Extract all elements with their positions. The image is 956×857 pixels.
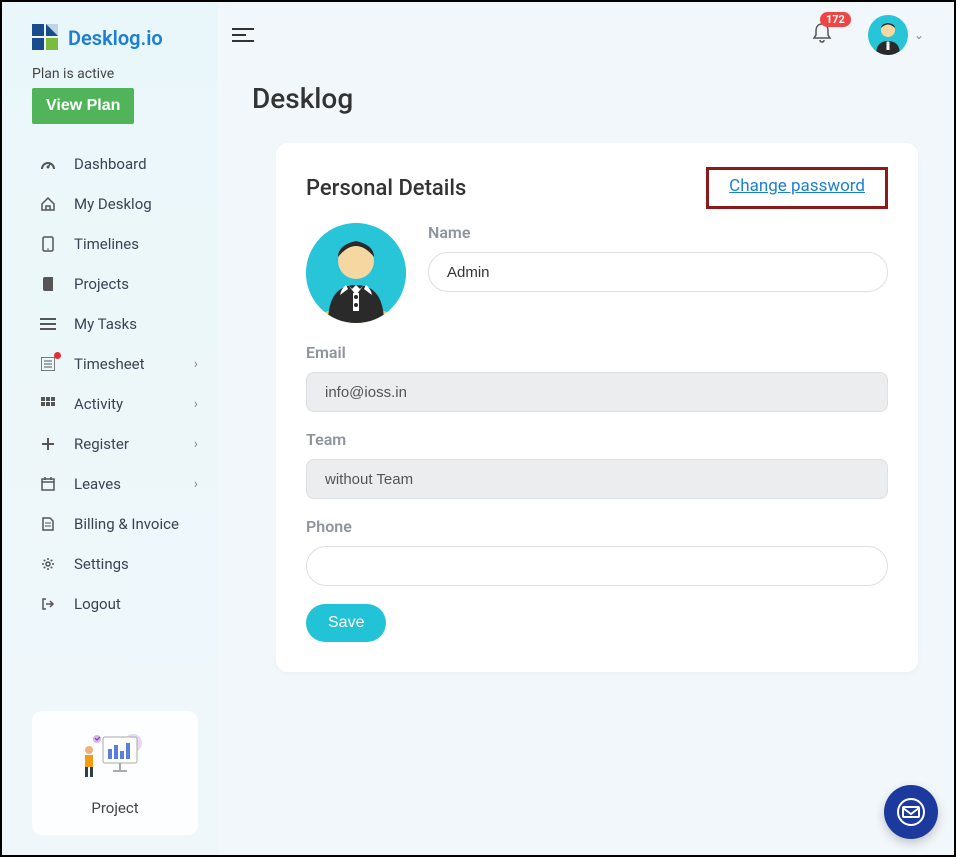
plan-block: Plan is active View Plan — [2, 62, 218, 134]
sidebar-item-my-tasks[interactable]: My Tasks — [2, 304, 218, 344]
mobile-icon — [38, 236, 58, 252]
sidebar-item-logout[interactable]: Logout — [2, 584, 218, 624]
notifications-button[interactable]: 172 — [812, 22, 832, 48]
dashboard-icon — [38, 157, 58, 171]
view-plan-button[interactable]: View Plan — [32, 88, 134, 124]
chevron-right-icon: › — [194, 436, 198, 452]
sidebar-item-timelines[interactable]: Timelines — [2, 224, 218, 264]
mail-fab-button[interactable] — [884, 785, 938, 839]
calendar-icon — [38, 477, 58, 491]
phone-label: Phone — [306, 517, 888, 536]
sidebar-item-label: Register — [74, 435, 129, 453]
sidebar-item-activity[interactable]: Activity › — [2, 384, 218, 424]
file-icon — [38, 517, 58, 531]
list-icon — [38, 357, 58, 371]
logout-icon — [38, 597, 58, 611]
hamburger-icon — [232, 27, 256, 43]
chevron-right-icon: › — [194, 476, 198, 492]
sidebar-item-label: Billing & Invoice — [74, 515, 179, 533]
topbar: 172 ⌄ — [218, 2, 954, 68]
sidebar-item-label: Timesheet — [74, 355, 145, 373]
sidebar-item-billing-invoice[interactable]: Billing & Invoice — [2, 504, 218, 544]
email-label: Email — [306, 343, 888, 362]
sidebar-item-projects[interactable]: Projects — [2, 264, 218, 304]
user-menu-button[interactable]: ⌄ — [868, 15, 924, 55]
name-label: Name — [428, 223, 888, 242]
save-button[interactable]: Save — [306, 604, 386, 642]
sidebar-item-dashboard[interactable]: Dashboard — [2, 144, 218, 184]
brand-mark-icon — [32, 24, 60, 52]
home-icon — [38, 197, 58, 211]
team-input — [306, 459, 888, 499]
sidebar-item-label: Dashboard — [74, 155, 147, 173]
nav-list: Dashboard My Desklog Timelines Projects … — [2, 134, 218, 634]
sidebar-item-label: Settings — [74, 555, 129, 573]
user-avatar — [868, 15, 908, 55]
sidebar-item-label: Timelines — [74, 235, 139, 253]
sidebar-item-label: My Tasks — [74, 315, 137, 333]
plan-status-text: Plan is active — [32, 66, 200, 82]
sidebar-item-timesheet[interactable]: Timesheet › — [2, 344, 218, 384]
menu-toggle-button[interactable] — [228, 19, 260, 51]
sidebar-item-label: Logout — [74, 595, 121, 613]
chevron-down-icon: ⌄ — [914, 28, 924, 42]
grid-icon — [38, 397, 58, 411]
profile-avatar — [306, 223, 406, 323]
tasks-icon — [38, 318, 58, 330]
email-input — [306, 372, 888, 412]
chevron-right-icon: › — [194, 396, 198, 412]
project-card-label: Project — [91, 799, 138, 817]
notification-badge: 172 — [820, 12, 851, 27]
sidebar: Desklog.io Plan is active View Plan Dash… — [2, 2, 218, 855]
page-title: Desklog — [218, 68, 954, 143]
sidebar-item-label: Projects — [74, 275, 129, 293]
phone-input[interactable] — [306, 546, 888, 586]
mail-icon — [896, 797, 926, 827]
sidebar-item-settings[interactable]: Settings — [2, 544, 218, 584]
notification-dot-icon — [54, 352, 61, 359]
sidebar-item-label: My Desklog — [74, 195, 152, 213]
book-icon — [38, 277, 58, 291]
sidebar-item-label: Activity — [74, 395, 123, 413]
brand-name: Desklog.io — [68, 26, 163, 50]
sidebar-item-register[interactable]: Register › — [2, 424, 218, 464]
plus-icon — [38, 437, 58, 451]
sidebar-item-my-desklog[interactable]: My Desklog — [2, 184, 218, 224]
change-password-link[interactable]: Change password — [729, 176, 865, 196]
gear-icon — [38, 557, 58, 571]
chevron-right-icon: › — [194, 356, 198, 372]
personal-details-card: Personal Details Change password — [276, 143, 918, 672]
name-input[interactable] — [428, 252, 888, 292]
change-password-highlight: Change password — [706, 167, 888, 209]
sidebar-item-label: Leaves — [74, 475, 121, 493]
card-title: Personal Details — [306, 176, 466, 201]
project-card[interactable]: Project — [32, 711, 198, 835]
project-illustration-icon — [79, 729, 151, 787]
sidebar-item-leaves[interactable]: Leaves › — [2, 464, 218, 504]
team-label: Team — [306, 430, 888, 449]
brand-logo[interactable]: Desklog.io — [2, 16, 218, 62]
